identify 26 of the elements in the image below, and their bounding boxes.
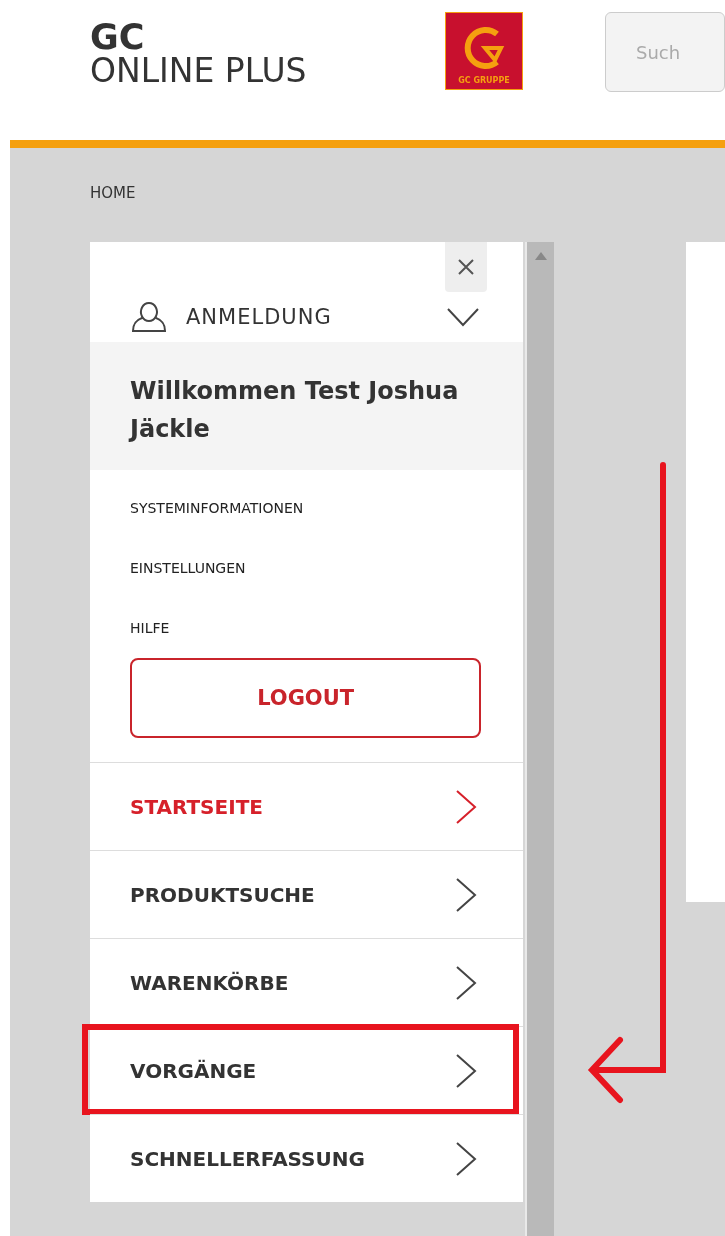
user-icon: [130, 301, 168, 333]
chevron-right-icon: [455, 788, 478, 825]
account-link[interactable]: HILFE: [130, 618, 484, 638]
menu-item[interactable]: WARENKÖRBE: [90, 938, 524, 1026]
chevron-right-icon: [455, 1140, 478, 1177]
company-logo: GC GRUPPE: [445, 12, 523, 90]
brand-subtitle: ONLINE PLUS: [90, 54, 308, 88]
account-link[interactable]: EINSTELLUNGEN: [130, 558, 484, 578]
chevron-right-icon: [455, 876, 478, 913]
welcome-message: Willkommen Test Joshua Jäckle: [90, 342, 524, 470]
close-button[interactable]: [445, 242, 488, 292]
account-title: ANMELDUNG: [186, 305, 333, 329]
chevron-right-icon: [455, 964, 478, 1001]
chevron-right-icon: [455, 1052, 478, 1089]
chevron-icon[interactable]: [447, 307, 480, 327]
brand-name: GC: [90, 20, 146, 54]
logout-button[interactable]: LOGOUT: [130, 658, 482, 738]
menu-item[interactable]: STARTSEITE: [90, 762, 524, 850]
scrollbar[interactable]: [525, 242, 555, 1236]
close-icon: [457, 258, 476, 276]
search-field[interactable]: Such: [605, 12, 725, 92]
menu-item[interactable]: PRODUKTSUCHE: [90, 850, 524, 938]
breadcrumb-link[interactable]: HOME: [90, 184, 725, 202]
menu-item[interactable]: SCHNELLERFASSUNG: [90, 1114, 524, 1202]
account-link[interactable]: SYSTEMINFORMATIONEN: [130, 498, 484, 518]
menu-item[interactable]: VORGÄNGE: [90, 1026, 524, 1114]
